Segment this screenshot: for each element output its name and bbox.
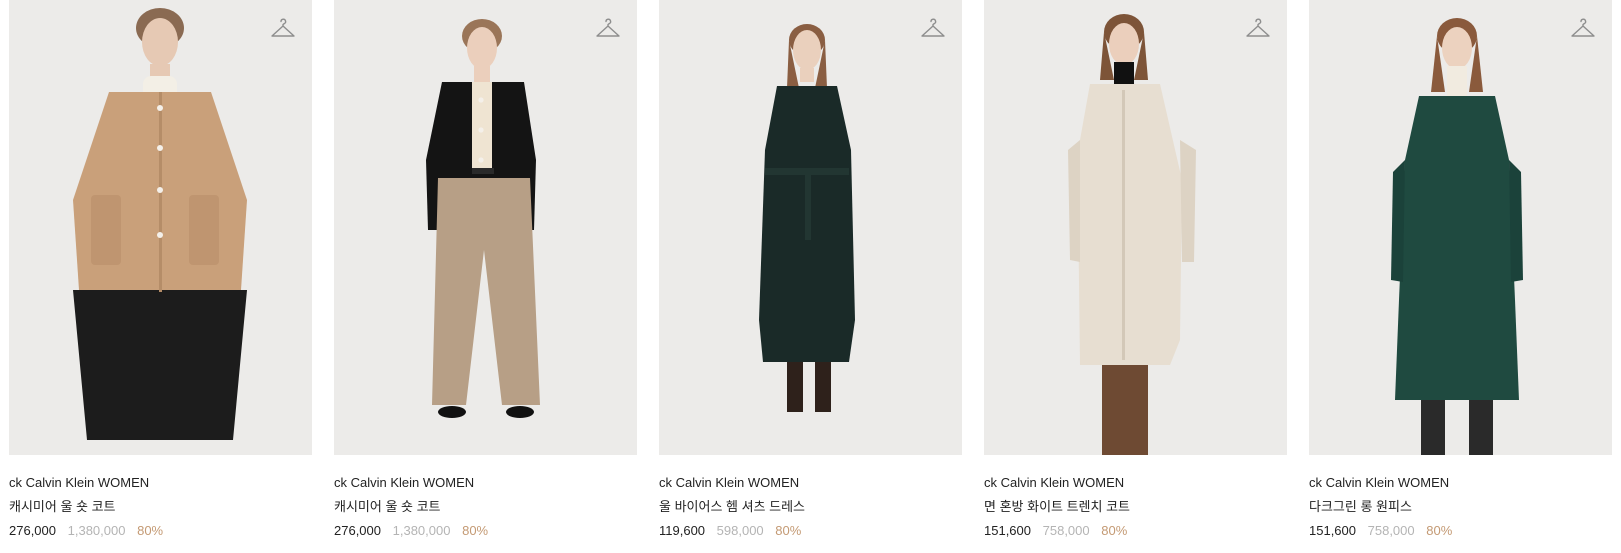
product-image[interactable] <box>984 0 1287 455</box>
hanger-icon[interactable] <box>1245 16 1271 42</box>
product-info: ck Calvin Klein WOMEN 면 혼방 화이트 트렌치 코트 15… <box>984 455 1287 539</box>
product-image[interactable] <box>659 0 962 455</box>
product-info: ck Calvin Klein WOMEN 다크그린 롱 원피스 151,600… <box>1309 455 1612 539</box>
product-brand[interactable]: ck Calvin Klein WOMEN <box>984 475 1287 491</box>
product-card[interactable]: ck Calvin Klein WOMEN 캐시미어 울 숏 코트 276,00… <box>334 0 637 539</box>
discount-rate: 80% <box>1101 523 1128 538</box>
model-photo <box>9 0 312 455</box>
hanger-icon[interactable] <box>595 16 621 42</box>
product-card[interactable]: ck Calvin Klein WOMEN 면 혼방 화이트 트렌치 코트 15… <box>984 0 1287 539</box>
discount-rate: 80% <box>1426 523 1453 538</box>
original-price: 1,380,000 <box>67 523 126 538</box>
original-price: 758,000 <box>1367 523 1415 538</box>
sale-price: 151,600 <box>984 523 1031 538</box>
product-image[interactable] <box>334 0 637 455</box>
product-title[interactable]: 다크그린 롱 원피스 <box>1309 499 1612 515</box>
product-prices: 276,000 1,380,000 80% <box>334 523 637 539</box>
sale-price: 151,600 <box>1309 523 1356 538</box>
hanger-icon[interactable] <box>1570 16 1596 42</box>
product-card[interactable]: ck Calvin Klein WOMEN 다크그린 롱 원피스 151,600… <box>1309 0 1612 539</box>
product-prices: 276,000 1,380,000 80% <box>9 523 312 539</box>
model-photo <box>984 0 1287 455</box>
product-title[interactable]: 캐시미어 울 숏 코트 <box>334 499 637 515</box>
discount-rate: 80% <box>775 523 802 538</box>
product-brand[interactable]: ck Calvin Klein WOMEN <box>1309 475 1612 491</box>
product-info: ck Calvin Klein WOMEN 울 바이어스 헴 셔츠 드레스 11… <box>659 455 962 539</box>
product-title[interactable]: 캐시미어 울 숏 코트 <box>9 499 312 515</box>
product-title[interactable]: 울 바이어스 헴 셔츠 드레스 <box>659 499 962 515</box>
product-grid: ck Calvin Klein WOMEN 캐시미어 울 숏 코트 276,00… <box>0 0 1621 553</box>
product-info: ck Calvin Klein WOMEN 캐시미어 울 숏 코트 276,00… <box>334 455 637 539</box>
sale-price: 276,000 <box>334 523 381 538</box>
product-info: ck Calvin Klein WOMEN 캐시미어 울 숏 코트 276,00… <box>9 455 312 539</box>
sale-price: 276,000 <box>9 523 56 538</box>
original-price: 758,000 <box>1042 523 1090 538</box>
product-brand[interactable]: ck Calvin Klein WOMEN <box>659 475 962 491</box>
original-price: 598,000 <box>716 523 764 538</box>
model-photo <box>659 0 962 455</box>
model-photo <box>334 0 637 455</box>
hanger-icon[interactable] <box>270 16 296 42</box>
original-price: 1,380,000 <box>392 523 451 538</box>
product-prices: 151,600 758,000 80% <box>1309 523 1612 539</box>
product-card[interactable]: ck Calvin Klein WOMEN 캐시미어 울 숏 코트 276,00… <box>9 0 312 539</box>
product-prices: 119,600 598,000 80% <box>659 523 962 539</box>
discount-rate: 80% <box>462 523 489 538</box>
model-photo <box>1309 0 1612 455</box>
product-title[interactable]: 면 혼방 화이트 트렌치 코트 <box>984 499 1287 515</box>
discount-rate: 80% <box>137 523 164 538</box>
hanger-icon[interactable] <box>920 16 946 42</box>
product-card[interactable]: ck Calvin Klein WOMEN 울 바이어스 헴 셔츠 드레스 11… <box>659 0 962 539</box>
product-brand[interactable]: ck Calvin Klein WOMEN <box>9 475 312 491</box>
sale-price: 119,600 <box>659 523 706 538</box>
product-prices: 151,600 758,000 80% <box>984 523 1287 539</box>
product-brand[interactable]: ck Calvin Klein WOMEN <box>334 475 637 491</box>
product-image[interactable] <box>9 0 312 455</box>
product-image[interactable] <box>1309 0 1612 455</box>
